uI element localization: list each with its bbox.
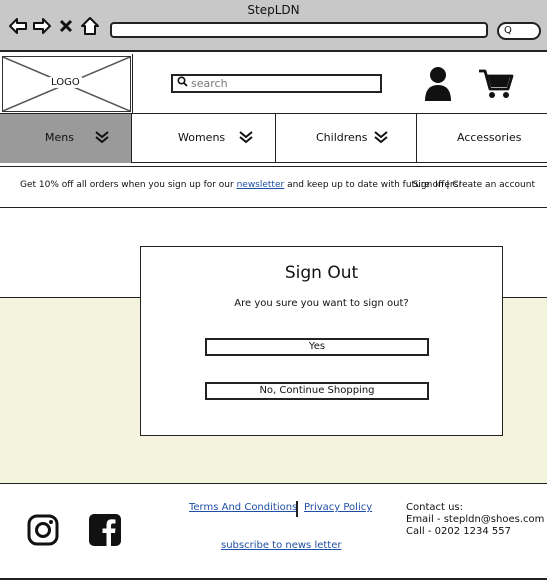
category-nav: Mens Womens Childrens Accessories (0, 114, 547, 163)
contact-heading: Contact us: (406, 502, 464, 513)
account-links[interactable]: Sign In | Create an account (413, 180, 535, 190)
close-icon[interactable] (56, 16, 76, 38)
address-bar[interactable] (110, 22, 488, 38)
promo-text: Get 10% off all orders when you sign up … (20, 180, 462, 190)
back-arrow-icon[interactable] (8, 16, 28, 38)
terms-link[interactable]: Terms And Conditions (189, 502, 297, 513)
search-placeholder: search (191, 77, 228, 90)
dialog-question: Are you sure you want to sign out? (234, 298, 409, 309)
search-icon: Q (504, 25, 512, 36)
yes-button[interactable]: Yes (205, 338, 429, 356)
facebook-icon[interactable] (89, 514, 121, 546)
continue-shopping-button[interactable]: No, Continue Shopping (205, 382, 429, 400)
window-title: StepLDN (247, 3, 300, 17)
link-separator (296, 501, 298, 517)
chevron-down-icon[interactable] (374, 130, 388, 146)
user-icon[interactable] (424, 66, 452, 102)
home-icon[interactable] (80, 16, 100, 38)
instagram-icon[interactable] (27, 514, 59, 546)
logo-text: LOGO (49, 77, 82, 88)
privacy-link-text[interactable]: Privacy Policy (304, 502, 372, 513)
site-search-input[interactable]: search (171, 74, 382, 93)
category-label: Childrens (316, 131, 368, 144)
terms-link-text[interactable]: Terms And Conditions (189, 502, 297, 513)
subscribe-newsletter-link[interactable]: subscribe to news letter (221, 540, 341, 551)
category-childrens[interactable]: Childrens (276, 114, 417, 163)
logo-placeholder[interactable]: LOGO (2, 56, 131, 112)
category-mens[interactable]: Mens (0, 114, 132, 163)
promo-text-start: Get 10% off all orders when you sign up … (20, 180, 237, 190)
newsletter-link[interactable]: newsletter (237, 180, 285, 190)
category-accessories[interactable]: Accessories (417, 114, 547, 163)
browser-search-pill[interactable]: Q (497, 22, 541, 40)
category-womens[interactable]: Womens (132, 114, 276, 163)
browser-chrome: StepLDN Q (0, 0, 547, 52)
header-divider (132, 54, 133, 114)
category-label: Mens (45, 131, 74, 144)
category-label: Accessories (457, 131, 522, 144)
chevron-down-icon[interactable] (239, 130, 253, 146)
sign-out-dialog: Sign Out Are you sure you want to sign o… (140, 246, 503, 436)
browser-nav (8, 16, 100, 38)
dialog-title: Sign Out (284, 263, 359, 283)
privacy-link[interactable]: Privacy Policy (304, 502, 372, 513)
cart-icon[interactable] (478, 68, 514, 100)
site-header: LOGO search (0, 54, 547, 114)
forward-arrow-icon[interactable] (32, 16, 52, 38)
chevron-down-icon[interactable] (95, 130, 109, 146)
promo-bar: Get 10% off all orders when you sign up … (0, 166, 547, 208)
contact-email: Email - stepldn@shoes.com (406, 514, 545, 525)
footer-bottom-rule (0, 578, 547, 580)
category-label: Womens (178, 131, 226, 144)
magnifier-icon (177, 75, 188, 92)
contact-info: Contact us: Email - stepldn@shoes.com Ca… (406, 502, 544, 538)
contact-phone: Call - 0202 1234 557 (406, 526, 511, 537)
